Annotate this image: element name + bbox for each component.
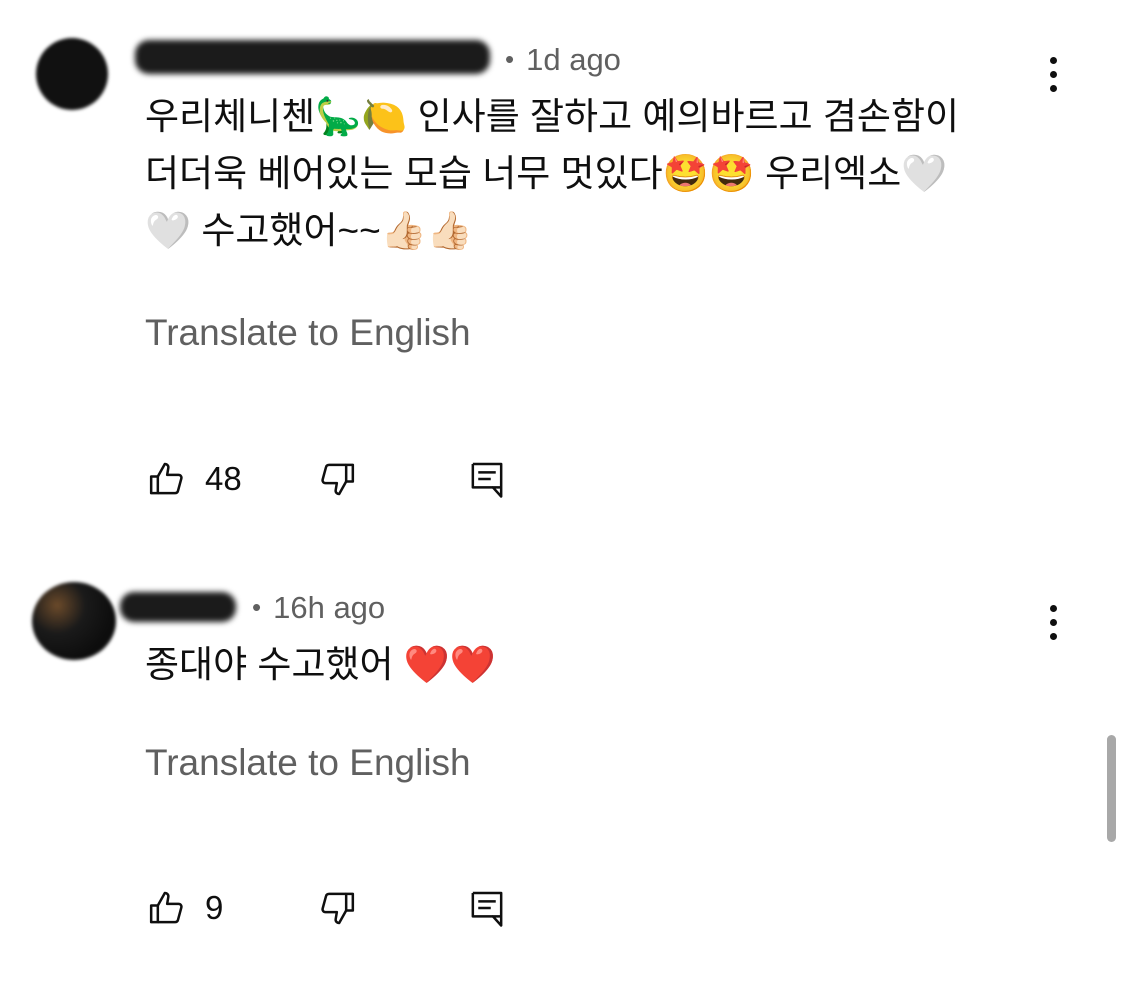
comment-time: 1d ago xyxy=(526,42,621,77)
thumbs-down-icon xyxy=(321,892,355,925)
more-dot xyxy=(1049,70,1057,78)
scrollbar[interactable] xyxy=(1107,735,1116,842)
comment-text: 종대야 수고했어 ❤️❤️ xyxy=(145,644,496,685)
dislike-button[interactable] xyxy=(317,454,357,504)
comment-actions: 9 xyxy=(147,883,567,933)
like-count: 48 xyxy=(205,460,242,497)
redacted-username[interactable] xyxy=(135,40,490,74)
redacted-username[interactable] xyxy=(120,592,236,622)
like-button[interactable]: 48 xyxy=(147,454,242,504)
more-dot xyxy=(1049,84,1057,92)
like-count: 9 xyxy=(205,889,224,926)
more-vertical-icon xyxy=(1049,604,1057,612)
thumbs-up-icon xyxy=(149,462,183,495)
comment-text: 우리체니첸🦕🍋 인사를 잘하고 예의바르고 겸손함이 더더욱 베어있는 모습 너… xyxy=(145,96,960,251)
separator-dot: • xyxy=(505,44,515,74)
comment-meta: • 1d ago xyxy=(505,40,621,81)
thumbs-up-icon xyxy=(149,891,183,924)
more-vertical-icon xyxy=(1049,56,1057,64)
comment-actions: 48 xyxy=(147,454,567,504)
comment-1: • 1d ago 우리체니첸🦕🍋 인사를 잘하고 예의바르고 겸손함이 더더욱 베… xyxy=(0,0,1125,540)
commenter-avatar[interactable] xyxy=(32,582,116,660)
dislike-button[interactable] xyxy=(317,883,357,933)
translate-button[interactable]: Translate to English xyxy=(145,742,471,784)
reply-button[interactable] xyxy=(467,454,507,504)
reply-comment-icon xyxy=(471,891,503,927)
translate-button[interactable]: Translate to English xyxy=(145,312,471,354)
more-dot xyxy=(1049,632,1057,640)
reply-button[interactable] xyxy=(467,883,507,933)
separator-dot: • xyxy=(252,592,262,622)
comment-time: 16h ago xyxy=(273,590,386,625)
comment-meta: • 16h ago xyxy=(252,588,385,629)
more-dot xyxy=(1049,618,1057,626)
comment-2: • 16h ago 종대야 수고했어 ❤️❤️ Translate to Engl… xyxy=(0,540,1125,983)
reply-comment-icon xyxy=(471,462,503,498)
like-button[interactable]: 9 xyxy=(147,883,223,933)
thumbs-down-icon xyxy=(321,463,355,496)
commenter-avatar[interactable] xyxy=(36,38,108,110)
